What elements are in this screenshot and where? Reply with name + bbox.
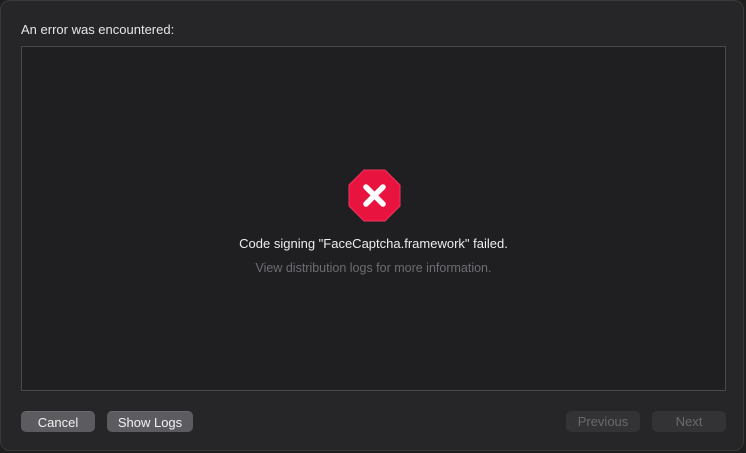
show-logs-button[interactable]: Show Logs: [107, 411, 193, 432]
cancel-button[interactable]: Cancel: [21, 411, 95, 432]
previous-button[interactable]: Previous: [566, 411, 640, 432]
error-title: Code signing "FaceCaptcha.framework" fai…: [239, 236, 508, 251]
error-sheet: An error was encountered: Code signing "…: [0, 0, 744, 451]
error-subtitle: View distribution logs for more informat…: [255, 261, 492, 275]
error-panel: Code signing "FaceCaptcha.framework" fai…: [21, 46, 726, 391]
next-button[interactable]: Next: [652, 411, 726, 432]
sheet-heading: An error was encountered:: [21, 22, 175, 37]
error-octagon-icon: [348, 169, 401, 222]
